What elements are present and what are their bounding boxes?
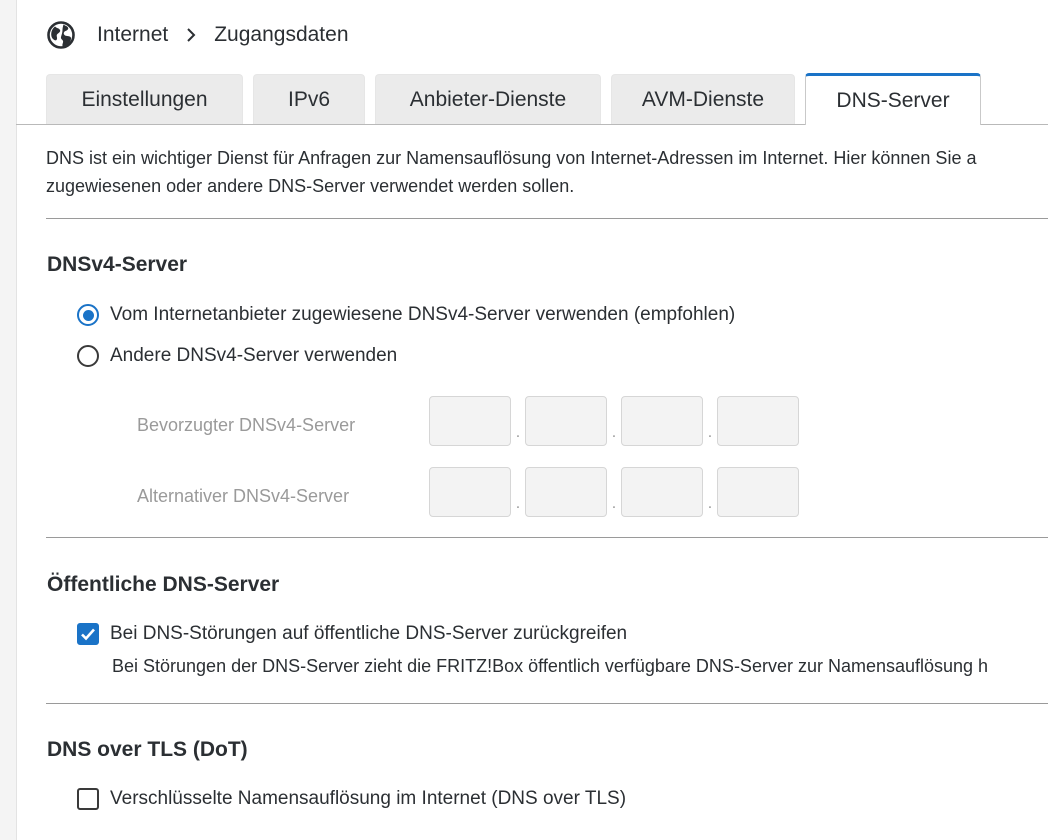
checkbox-option-public-dns-fallback[interactable]: Bei DNS-Störungen auf öffentliche DNS-Se…	[77, 623, 627, 645]
tab-dns-server[interactable]: DNS-Server	[805, 73, 981, 125]
alternative-dns-octet-1[interactable]	[429, 467, 511, 517]
tab-ipv6[interactable]: IPv6	[253, 74, 365, 124]
checkbox-label-public-dns-fallback[interactable]: Bei DNS-Störungen auf öffentliche DNS-Se…	[110, 623, 627, 645]
checkbox-label-dns-over-tls[interactable]: Verschlüsselte Namensauflösung im Intern…	[110, 788, 626, 810]
breadcrumb: Internet Zugangsdaten	[46, 18, 349, 52]
checkbox-checked[interactable]	[77, 623, 99, 645]
intro-line-2: zugewiesenen oder andere DNS-Server verw…	[46, 176, 575, 196]
breadcrumb-page: Zugangsdaten	[214, 23, 349, 46]
checkbox[interactable]	[77, 788, 99, 810]
divider	[46, 537, 1048, 538]
section-title-public-dns: Öffentliche DNS-Server	[47, 573, 280, 596]
tab-avm-dienste[interactable]: AVM-Dienste	[611, 74, 795, 124]
alternative-dns-octet-4[interactable]	[717, 467, 799, 517]
preferred-dns-octet-1[interactable]	[429, 396, 511, 446]
preferred-dns-octet-3[interactable]	[621, 396, 703, 446]
preferred-dns-input-group: . . .	[429, 396, 799, 446]
tab-bar: Einstellungen IPv6 Anbieter-Dienste AVM-…	[46, 73, 991, 125]
public-dns-hint: Bei Störungen der DNS-Server zieht die F…	[112, 656, 989, 676]
tab-einstellungen[interactable]: Einstellungen	[46, 74, 243, 124]
ip-separator: .	[707, 424, 713, 441]
alternative-dns-octet-3[interactable]	[621, 467, 703, 517]
divider	[46, 218, 1048, 219]
ip-separator: .	[611, 495, 617, 512]
section-title-dot: DNS over TLS (DoT)	[47, 738, 248, 761]
intro-text: DNS ist ein wichtiger Dienst für Anfrage…	[46, 144, 1048, 200]
alternative-dns-label: Alternativer DNSv4-Server	[137, 486, 350, 506]
checkbox-option-dns-over-tls[interactable]: Verschlüsselte Namensauflösung im Intern…	[77, 788, 626, 810]
ip-separator: .	[515, 424, 521, 441]
divider	[46, 703, 1048, 704]
globe-icon	[47, 21, 75, 49]
ip-separator: .	[611, 424, 617, 441]
section-title-dnsv4: DNSv4-Server	[47, 253, 188, 276]
checkmark-icon	[81, 628, 95, 641]
radio-button[interactable]	[77, 345, 99, 367]
radio-option-provider-dns[interactable]: Vom Internetanbieter zugewiesene DNSv4-S…	[77, 304, 735, 326]
preferred-dns-octet-2[interactable]	[525, 396, 607, 446]
alternative-dns-octet-2[interactable]	[525, 467, 607, 517]
radio-label-provider-dns[interactable]: Vom Internetanbieter zugewiesene DNSv4-S…	[110, 304, 735, 326]
radio-label-other-dns[interactable]: Andere DNSv4-Server verwenden	[110, 345, 397, 367]
ip-separator: .	[515, 495, 521, 512]
left-sidebar-edge	[0, 0, 17, 840]
ip-separator: .	[707, 495, 713, 512]
preferred-dns-octet-4[interactable]	[717, 396, 799, 446]
breadcrumb-section[interactable]: Internet	[97, 23, 168, 47]
alternative-dns-input-group: . . .	[429, 467, 799, 517]
tab-anbieter-dienste[interactable]: Anbieter-Dienste	[375, 74, 601, 124]
preferred-dns-label: Bevorzugter DNSv4-Server	[137, 415, 356, 435]
radio-option-other-dns[interactable]: Andere DNSv4-Server verwenden	[77, 345, 397, 367]
radio-button-checked[interactable]	[77, 304, 99, 326]
intro-line-1: DNS ist ein wichtiger Dienst für Anfrage…	[46, 148, 977, 168]
chevron-right-icon	[186, 27, 196, 43]
